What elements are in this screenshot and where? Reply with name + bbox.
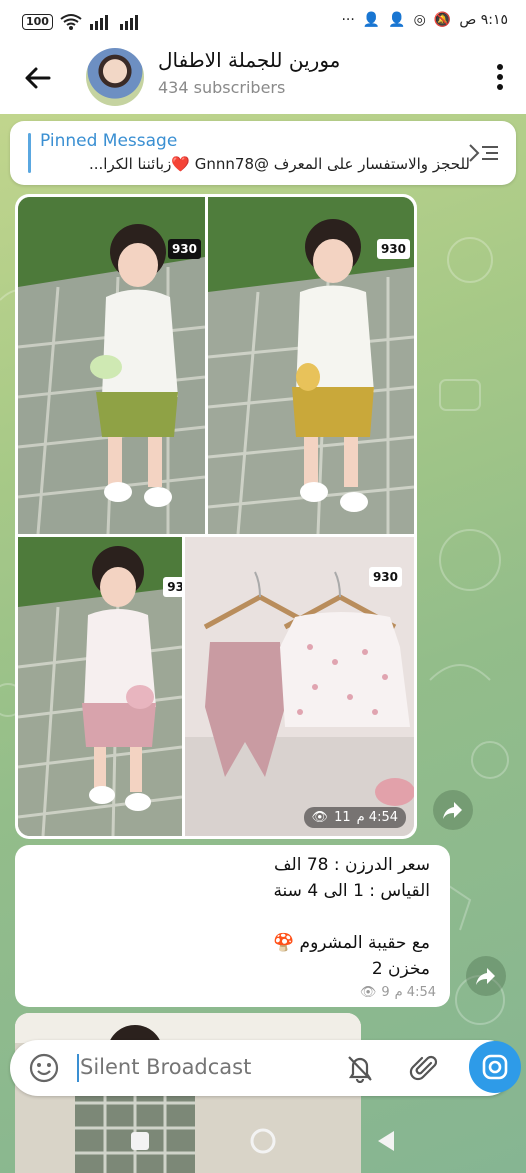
price-tag: 930 xyxy=(167,239,201,259)
channel-title[interactable]: مورين للجملة الاطفال xyxy=(158,48,358,72)
message-input[interactable] xyxy=(78,1054,342,1080)
recents-button[interactable] xyxy=(131,1132,149,1150)
views-icon: 👁 xyxy=(359,985,377,1000)
views-count: 9 xyxy=(381,985,390,1000)
system-navigation-bar xyxy=(131,1128,394,1154)
views-count: 11 xyxy=(334,810,351,825)
views-icon: 👁 xyxy=(311,810,329,825)
subscriber-count: 434 subscribers xyxy=(158,78,286,97)
contact-icon: 👤 xyxy=(362,12,381,28)
price-tag: 93 xyxy=(163,577,182,597)
price-tag: 930 xyxy=(376,239,410,259)
share-icon xyxy=(476,968,495,985)
battery-indicator: 100 xyxy=(22,14,53,30)
share-icon xyxy=(443,802,462,819)
album-photo-1[interactable]: 930 xyxy=(18,197,205,534)
message-line: سعر الدرزن : 78 الف xyxy=(273,855,430,875)
clock: ٩:١٥ ص xyxy=(459,12,508,28)
wifi-icon xyxy=(60,14,82,30)
pinned-title: Pinned Message xyxy=(40,131,178,151)
message-composer xyxy=(10,1040,521,1096)
message-meta: 👁 9 4:54 م xyxy=(360,985,436,1000)
message-line: مخزن 2 xyxy=(371,959,430,979)
album-photo-4[interactable]: 930 👁 11 4:54 م xyxy=(185,537,414,836)
channel-header: مورين للجملة الاطفال 434 subscribers xyxy=(0,46,526,114)
share-button[interactable] xyxy=(433,790,473,830)
channel-avatar[interactable] xyxy=(86,48,144,106)
album-photo-3[interactable]: 93 xyxy=(18,537,182,836)
emoji-icon[interactable] xyxy=(28,1052,60,1084)
share-button[interactable] xyxy=(466,956,506,996)
silent-bell-icon[interactable] xyxy=(345,1053,375,1083)
status-bar: 100 ··· 👤 👤 ◎ 🔕 ٩:١٥ ص xyxy=(0,0,526,46)
back-arrow-icon[interactable] xyxy=(22,62,54,94)
text-message[interactable]: سعر الدرزن : 78 الف القياس : 1 الى 4 سنة… xyxy=(15,845,450,1007)
pinned-text: للحجز والاستفسار على المعرف @Gnnn78 ❤️زب… xyxy=(89,155,470,173)
photo-album: 930 930 93 930 👁 11 4:54 م xyxy=(15,194,417,839)
message-line: القياس : 1 الى 4 سنة xyxy=(273,881,430,901)
muted-alarm-icon: 🔕 xyxy=(433,12,452,28)
more-notifications: ··· xyxy=(341,12,355,28)
message-line: مع حقيبة المشروم 🍄 xyxy=(272,933,430,953)
home-button[interactable] xyxy=(250,1128,276,1154)
signal-icon xyxy=(89,15,108,30)
contact-icon-2: 👤 xyxy=(388,12,406,28)
attach-icon[interactable] xyxy=(409,1053,439,1083)
pinned-indicator xyxy=(28,133,31,173)
message-time: 4:54 م xyxy=(394,985,436,1000)
message-time: 4:54 م xyxy=(356,810,398,825)
album-meta: 👁 11 4:54 م xyxy=(303,807,406,828)
whatsapp-icon: ◎ xyxy=(413,12,426,28)
pinned-list-icon[interactable] xyxy=(466,141,500,165)
album-photo-2[interactable]: 930 xyxy=(208,197,414,534)
signal-icon-2 xyxy=(119,15,138,30)
price-tag: 930 xyxy=(368,567,402,587)
more-options-icon[interactable] xyxy=(496,62,504,92)
back-button[interactable] xyxy=(378,1131,394,1151)
pinned-message-bar[interactable]: Pinned Message للحجز والاستفسار على المع… xyxy=(10,121,516,185)
photo-girl-pink-shorts xyxy=(18,537,182,836)
camera-button[interactable] xyxy=(469,1041,521,1093)
camera-icon xyxy=(482,1054,508,1080)
text-caret xyxy=(77,1054,79,1082)
